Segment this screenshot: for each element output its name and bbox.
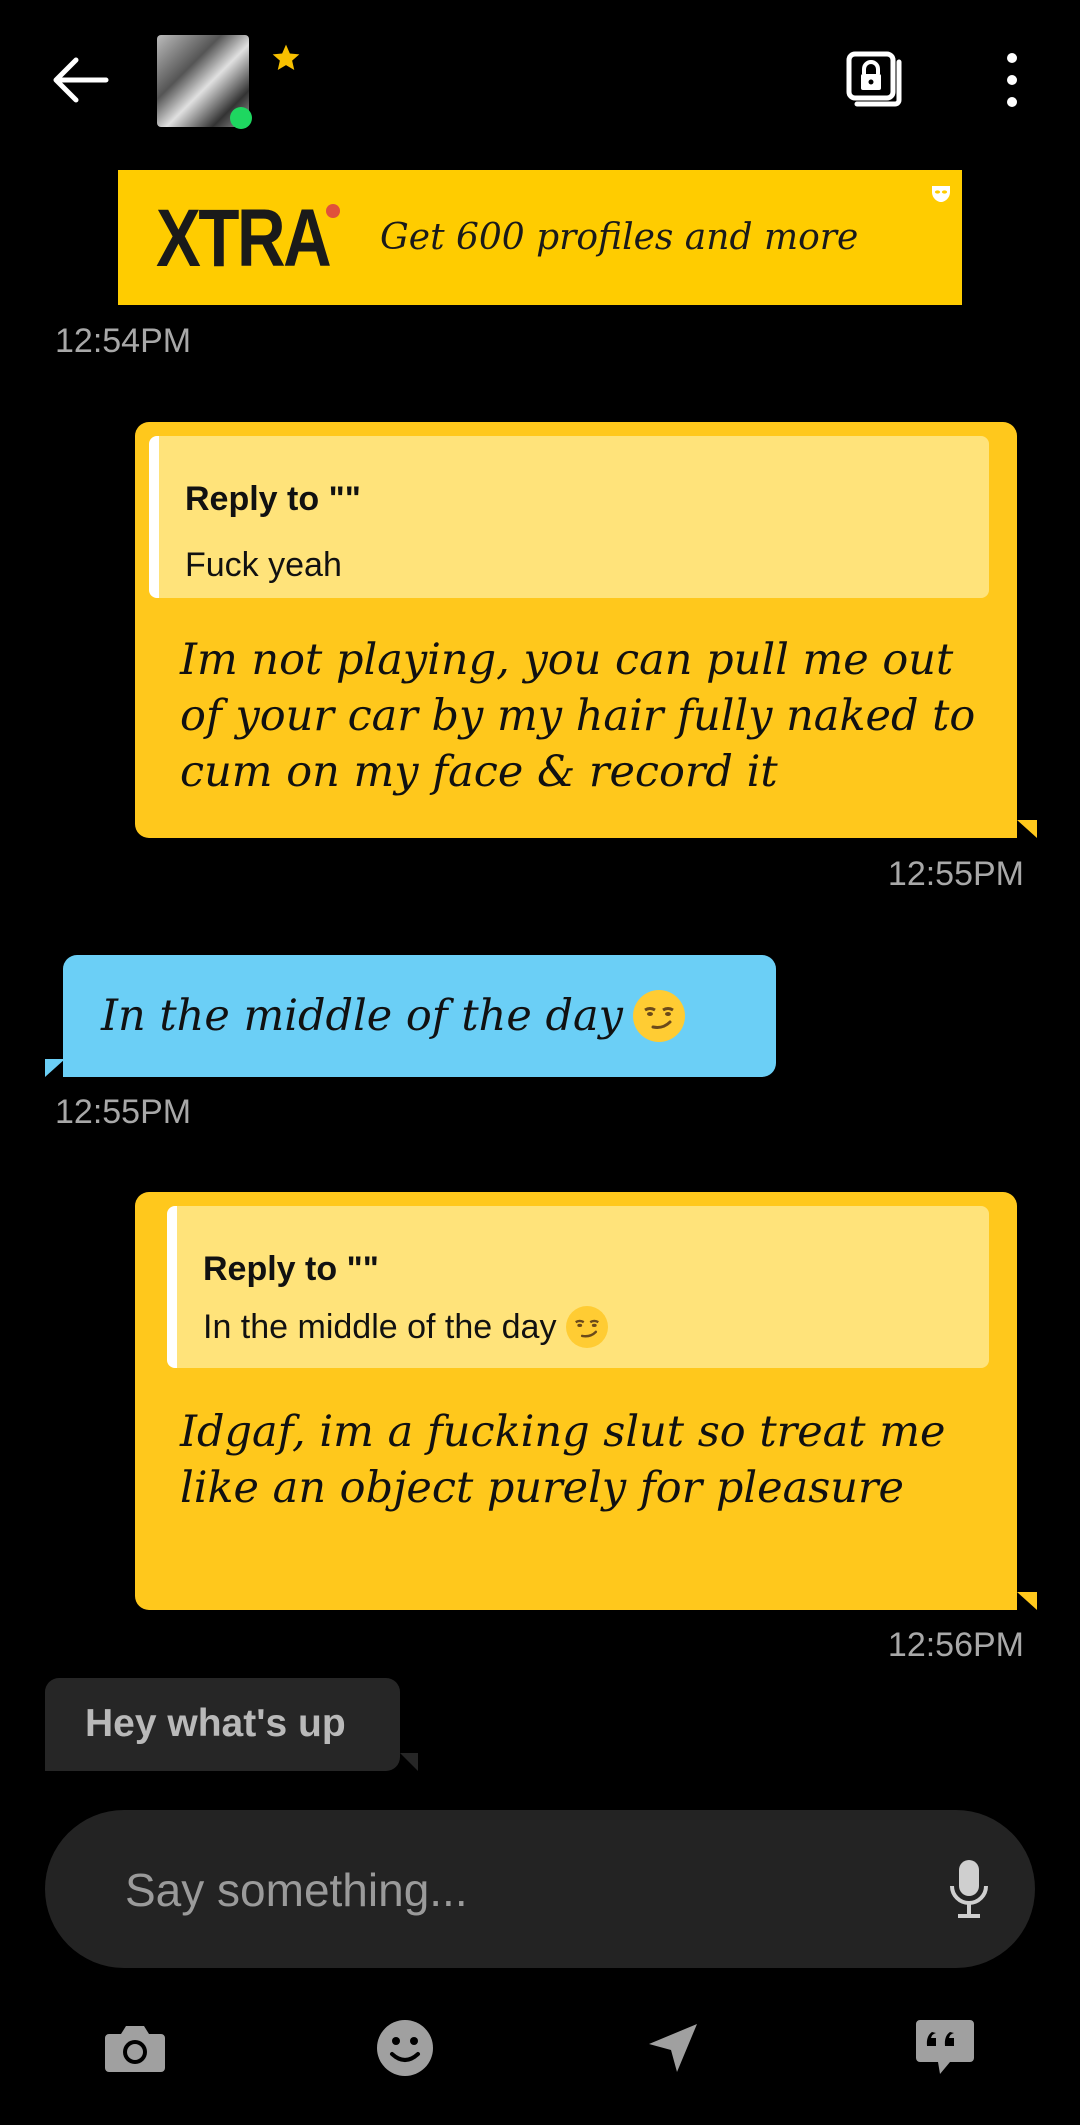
locked-album-button[interactable] [845,50,905,110]
reply-quote[interactable]: Reply to "" In the middle of the day [167,1206,989,1368]
camera-button[interactable] [100,2015,170,2081]
message-text: Idgaf, im a fucking slut so treat me lik… [180,1407,946,1513]
message-text: Hey what's up [85,1702,346,1745]
grindr-mask-icon [930,182,952,204]
xtra-ad-banner[interactable]: XTRA Get 600 profiles and more [118,170,962,305]
reply-text: In the middle of the day [203,1306,609,1348]
camera-icon [105,2026,165,2072]
message-text: Im not playing, you can pull me out of y… [180,635,976,797]
bubble-tail [45,1059,65,1077]
message-input[interactable] [123,1850,887,1930]
message-timestamp: 12:56PM [887,1626,1024,1664]
more-options-button[interactable] [1000,52,1024,108]
xtra-logo-dot [326,204,340,218]
message-text-content: In the middle of the day [101,991,623,1041]
reply-title: Reply to "" [185,480,361,518]
message-timestamp: 12:55PM [887,855,1024,893]
xtra-logo: XTRA [156,193,332,284]
saved-phrases-icon [916,2020,974,2074]
smiley-icon [377,2020,433,2076]
more-vertical-icon [1007,53,1017,107]
incoming-message-bubble[interactable]: Hey what's up [45,1678,400,1771]
location-arrow-icon [649,2024,697,2072]
emoji-button[interactable] [370,2015,440,2081]
message-composer [45,1810,1035,1968]
voice-message-button[interactable] [948,1858,990,1920]
back-button[interactable] [50,55,110,105]
bubble-tail [1017,1592,1037,1610]
message-timestamp: 12:55PM [55,1093,192,1131]
online-status-indicator [230,107,252,129]
reply-text: Fuck yeah [185,546,342,584]
microphone-icon [950,1860,988,1918]
chat-header [0,0,1080,160]
smirk-emoji-icon [632,990,685,1042]
incoming-message-bubble[interactable]: In the middle of the day [63,955,776,1077]
send-location-button[interactable] [638,2015,708,2081]
ad-text: Get 600 profiles and more [380,217,859,258]
locked-album-icon [846,51,902,107]
bubble-tail [400,1753,418,1771]
smirk-emoji-icon [566,1306,609,1348]
saved-phrases-button[interactable] [910,2015,980,2081]
message-timestamp: 12:54PM [55,322,192,360]
favorite-star-icon[interactable] [270,42,302,74]
message-text: In the middle of the day [101,988,685,1044]
reply-title: Reply to "" [203,1250,379,1288]
bubble-tail [1017,820,1037,838]
reply-text-content: In the middle of the day [203,1307,557,1346]
outgoing-message-bubble[interactable]: Reply to "" In the middle of the day Idg… [135,1192,1017,1610]
reply-quote[interactable]: Reply to "" Fuck yeah [149,436,989,598]
arrow-left-icon [53,57,109,103]
outgoing-message-bubble[interactable]: Reply to "" Fuck yeah Im not playing, yo… [135,422,1017,838]
